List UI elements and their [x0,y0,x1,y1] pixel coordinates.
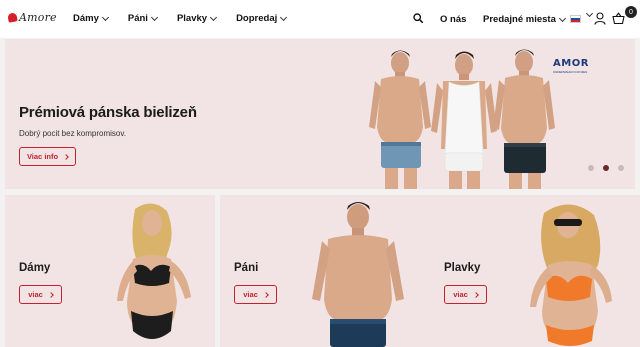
user-icon[interactable] [594,12,606,25]
carousel-dot-1[interactable] [588,165,594,171]
language-chevron-down-icon[interactable] [585,9,594,18]
cart-count-badge: 0 [625,6,637,18]
amor-brand-tagline: UNDERWEAR FOR MEN [553,70,588,74]
chevron-right-icon [63,153,69,160]
logo-text: Amore [19,11,57,24]
category-card-damy[interactable]: Dámy viac [5,195,215,347]
carousel-dot-2[interactable] [603,165,609,171]
amor-brand-logo: AMOR [553,58,589,69]
category-card-pani[interactable]: Páni viac [220,195,430,347]
nav-item-damy[interactable]: Dámy [73,13,109,24]
site-header: Amore Dámy Páni Plavky Dopredaj O nás Pr… [0,0,640,38]
card-title: Páni [234,262,259,274]
chevron-down-icon [101,13,109,21]
card-more-button[interactable]: viac [444,285,487,304]
chevron-down-icon [210,13,218,21]
nav-item-label: Dámy [73,13,99,24]
cart-icon[interactable] [612,12,625,25]
hero-models-image [369,49,555,189]
carousel-dots [588,165,624,171]
men-model-image [312,202,404,347]
nav-item-label: Dopredaj [236,13,278,24]
chevron-right-icon [262,291,269,298]
carousel-dot-3[interactable] [618,165,624,171]
chevron-down-icon [150,13,158,21]
chevron-down-icon [558,14,566,22]
card-more-button[interactable]: viac [19,285,62,304]
language-flag-icon[interactable] [570,15,581,23]
nav-item-label: Páni [127,13,148,24]
card-title: Plavky [444,262,481,274]
stores-label: Predajné miesta [483,14,556,25]
hero-more-info-button[interactable]: Viac info [19,147,76,166]
logo[interactable]: Amore [7,11,57,24]
nav-item-plavky[interactable]: Plavky [176,13,218,24]
about-link[interactable]: O nás [440,14,466,25]
chevron-down-icon [280,13,288,21]
nav-item-pani[interactable]: Páni [127,13,158,24]
women-model-image [117,203,191,339]
button-label: viac [28,290,43,299]
hero-subtitle: Dobrý pocit bez kompromisov. [19,129,126,138]
card-more-button[interactable]: viac [234,285,277,304]
category-card-plavky[interactable]: Plavky viac [430,195,640,347]
card-title: Dámy [19,262,51,274]
logo-heart-icon [7,12,18,23]
button-label: viac [453,290,468,299]
nav-item-label: Plavky [176,13,208,24]
chevron-right-icon [472,291,479,298]
chevron-right-icon [47,291,54,298]
hero-title: Prémiová pánska bielizeň [19,104,197,121]
nav-item-dopredaj[interactable]: Dopredaj [236,13,288,24]
button-label: viac [243,290,258,299]
hero-banner: Prémiová pánska bielizeň Dobrý pocit bez… [5,39,635,189]
swimwear-model-image [530,204,612,346]
search-icon[interactable] [413,13,423,23]
main-nav: Dámy Páni Plavky Dopredaj [73,13,306,24]
stores-menu[interactable]: Predajné miesta [483,14,566,25]
button-label: Viac info [26,152,59,161]
